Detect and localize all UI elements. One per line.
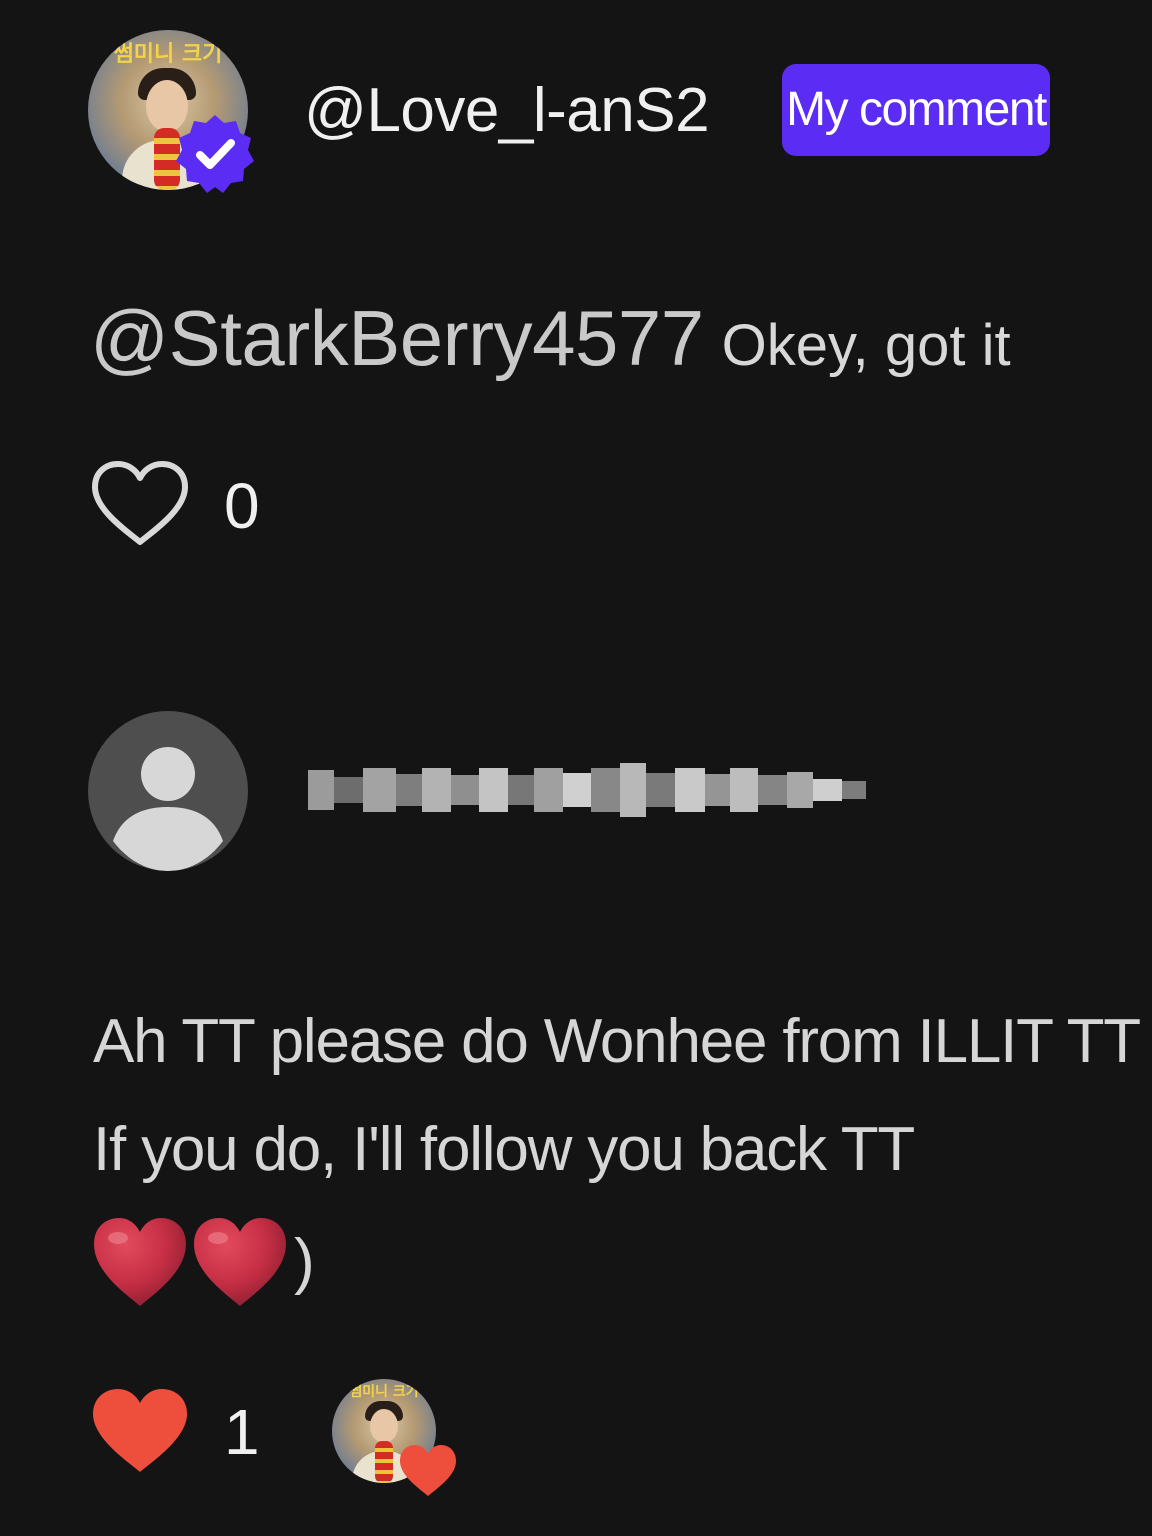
- comment-body: Ah TT please do Wonhee from ILLIT TT If …: [93, 988, 1152, 1204]
- avatar-photo-lettering: 썸미니 크기: [349, 1384, 419, 1400]
- pixelated-username[interactable]: [308, 762, 866, 818]
- mention-link[interactable]: @StarkBerry4577: [90, 294, 704, 382]
- heart-outline-icon[interactable]: [90, 460, 190, 548]
- default-user-icon[interactable]: [88, 711, 248, 871]
- heart-filled-icon: [400, 1445, 456, 1496]
- verified-check-icon: [176, 115, 254, 193]
- comment-line: Ah TT please do Wonhee from ILLIT TT: [93, 1007, 1141, 1076]
- creator-liked-avatar: 썸미니 크기: [332, 1379, 458, 1505]
- commenter-username[interactable]: @Love_l-anS2: [304, 76, 710, 146]
- like-count: 1: [224, 1396, 260, 1468]
- emoji-line: ): [90, 1212, 315, 1312]
- reply-text: Okey, got it: [721, 313, 1011, 378]
- trailing-text: ): [294, 1227, 315, 1296]
- heart-filled-icon[interactable]: [90, 1386, 190, 1476]
- comment-text: @StarkBerry4577 Okey, got it: [90, 293, 1011, 391]
- avatar-photo-lettering: 썸미니 크기: [113, 42, 223, 67]
- like-count: 0: [224, 470, 260, 542]
- comment-line: If you do, I'll follow you back TT: [93, 1115, 915, 1184]
- red-heart-emoji: [194, 1218, 286, 1306]
- red-heart-emoji: [94, 1218, 186, 1306]
- my-comment-badge: My comment: [782, 64, 1050, 156]
